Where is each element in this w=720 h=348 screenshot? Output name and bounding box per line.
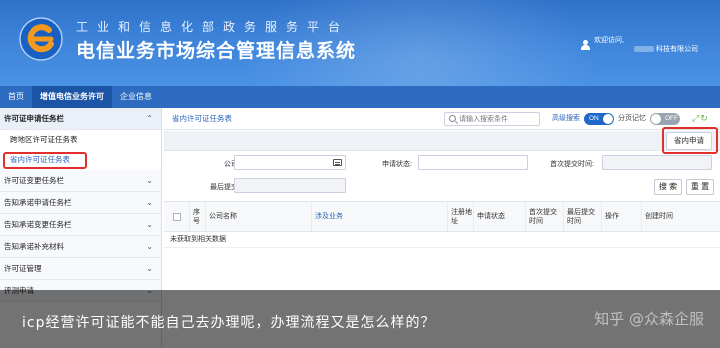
ministry-logo-icon: [19, 17, 63, 61]
toolbar: 省内许可证任务表 高级搜索 ON 分页记忆 OFF ⤢↻: [164, 108, 720, 130]
status-field[interactable]: [418, 155, 528, 170]
chevron-down-icon: ⌄: [146, 176, 153, 185]
caption-text: icp经营许可证能不能自己去办理呢，办理流程又是怎么样的？: [22, 315, 436, 331]
chevron-down-icon: ⌄: [146, 264, 153, 273]
search-button[interactable]: 搜 索: [654, 179, 682, 195]
user-icon: [581, 40, 590, 50]
advanced-search-link[interactable]: 高级搜索: [552, 108, 580, 130]
company-name: 科技有限公司: [594, 45, 698, 54]
page-memory-label: 分页记忆: [618, 115, 646, 122]
system-title: 电信业务市场综合管理信息系统: [76, 40, 357, 62]
sidebar-group-license-manage[interactable]: 许可证管理 ⌄: [0, 258, 161, 280]
welcome-text: 欢迎访问,: [594, 37, 624, 44]
empty-row: 未获取到相关数据: [164, 232, 720, 248]
sidebar-group-notice-supplement[interactable]: 告知承诺补充材料 ⌄: [0, 236, 161, 258]
chevron-down-icon: ⌄: [146, 220, 153, 229]
col-business[interactable]: 涉及业务: [312, 202, 448, 231]
top-nav: 首页 增值电信业务许可 企业信息: [0, 86, 720, 108]
user-info[interactable]: 欢迎访问, 科技有限公司: [581, 36, 698, 54]
nav-value-added-license[interactable]: 增值电信业务许可: [32, 86, 112, 108]
select-all-checkbox[interactable]: [173, 212, 181, 221]
col-reg-address: 注册地址: [448, 202, 474, 231]
nav-home[interactable]: 首页: [0, 86, 32, 108]
search-icon: [449, 115, 456, 122]
col-first-submit: 首次提交时间: [526, 202, 564, 231]
sidebar-group-license-apply[interactable]: 许可证申请任务栏 ⌃: [0, 108, 161, 130]
col-operation: 操作: [602, 202, 642, 231]
page-title: 省内许可证任务表: [172, 114, 232, 123]
action-bar: 省内申请: [164, 127, 720, 154]
sidebar-group-notice-apply[interactable]: 告知承诺申请任务栏 ⌄: [0, 192, 161, 214]
chevron-down-icon: ⌄: [146, 198, 153, 207]
select-all-cell: [164, 202, 190, 231]
last-submit-field[interactable]: [234, 178, 346, 193]
search-form: 公司名称: 申请状态: 首次提交时间: 最后提交时间: 搜 索 重 置: [164, 151, 720, 199]
chevron-down-icon: ⌄: [146, 242, 153, 251]
app-header: 工业和信息化部政务服务平台 电信业务市场综合管理信息系统 欢迎访问, 科技有限公…: [0, 0, 720, 86]
col-seq: 序号: [190, 202, 206, 231]
first-submit-label: 首次提交时间:: [550, 161, 594, 168]
refresh-icon[interactable]: ⤢↻: [692, 113, 709, 124]
task-table: 序号 公司名称 涉及业务 注册地址 申请状态 首次提交时间 最后提交时间 操作 …: [164, 201, 720, 248]
col-company: 公司名称: [206, 202, 312, 231]
reset-button[interactable]: 重 置: [686, 179, 714, 195]
watermark: 知乎 @众森企服: [594, 310, 704, 328]
caption-overlay: icp经营许可证能不能自己去办理呢，办理流程又是怎么样的？ 知乎 @众森企服: [0, 290, 720, 348]
status-label: 申请状态:: [382, 161, 412, 168]
page-memory-toggle[interactable]: OFF: [650, 113, 680, 125]
company-field[interactable]: [234, 155, 346, 170]
first-submit-field[interactable]: [602, 155, 712, 170]
search-box[interactable]: [444, 112, 540, 126]
sidebar-group-notice-change[interactable]: 告知承诺变更任务栏 ⌄: [0, 214, 161, 236]
highlight-apply-button: [662, 127, 718, 154]
table-header: 序号 公司名称 涉及业务 注册地址 申请状态 首次提交时间 最后提交时间 操作 …: [164, 201, 720, 232]
col-last-submit: 最后提交时间: [564, 202, 602, 231]
col-status: 申请状态: [474, 202, 526, 231]
sidebar-group-license-change[interactable]: 许可证变更任务栏 ⌄: [0, 170, 161, 192]
advanced-search-toggle[interactable]: ON: [584, 113, 614, 125]
redacted-name: [634, 46, 654, 53]
id-card-icon[interactable]: [333, 159, 342, 166]
highlight-provincial: [3, 152, 87, 169]
search-input[interactable]: [459, 113, 539, 125]
sidebar-item-cross-region[interactable]: 跨地区许可证任务表: [0, 130, 161, 150]
col-created: 创建时间: [645, 213, 673, 220]
ministry-subtitle: 工业和信息化部政务服务平台: [76, 20, 350, 34]
nav-company-info[interactable]: 企业信息: [112, 86, 160, 108]
chevron-up-icon: ⌃: [146, 114, 153, 123]
